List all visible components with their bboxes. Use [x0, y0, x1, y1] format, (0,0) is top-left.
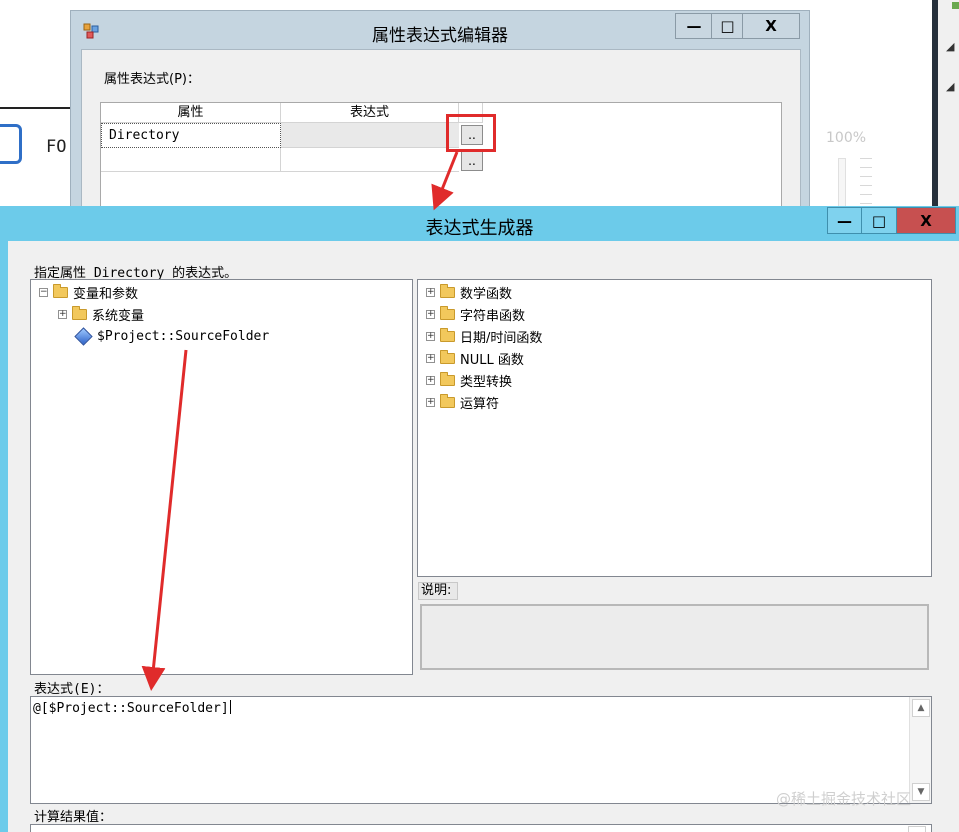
tree-node-label: 运算符	[460, 396, 500, 412]
maximize-icon: □	[871, 211, 887, 230]
tree-node-operators[interactable]: + 运算符	[426, 392, 499, 412]
expand-icon[interactable]: +	[426, 375, 435, 385]
column-header-property[interactable]: 属性	[101, 103, 281, 123]
expand-icon[interactable]: +	[426, 331, 435, 341]
property-cell-empty[interactable]	[101, 148, 281, 172]
background-zoom-label: 100%	[826, 130, 867, 146]
tree-node-source-folder[interactable]: $Project::SourceFolder	[74, 326, 270, 346]
tree-node-system-variables[interactable]: + 系统变量	[58, 304, 144, 324]
tree-node-null-functions[interactable]: + NULL 函数	[426, 348, 524, 368]
close-icon: X	[765, 17, 777, 35]
expand-icon[interactable]: +	[426, 309, 435, 319]
tree-node-label: NULL 函数	[460, 352, 524, 368]
description-box	[420, 604, 929, 670]
property-editor-client: 属性表达式(P)： 属性 表达式 Directory .. ..	[81, 49, 801, 212]
tree-node-label: $Project::SourceFolder	[97, 328, 270, 344]
background-zoom-slider[interactable]	[838, 158, 846, 210]
functions-tree: + 数学函数 + 字符串函数 + 日期/时间函数 + NULL 函数 + 类型转…	[417, 279, 932, 577]
background-zoom-ticks	[860, 158, 872, 210]
expression-cell-empty[interactable]	[281, 148, 459, 172]
property-expressions-label: 属性表达式(P)：	[104, 72, 200, 87]
tree-node-label: 变量和参数	[73, 286, 139, 302]
tree-node-variables-root[interactable]: − 变量和参数	[39, 282, 138, 302]
column-header-expression[interactable]: 表达式	[281, 103, 459, 123]
expression-builder-title: 表达式生成器	[425, 218, 534, 239]
ellipsis-button[interactable]: ..	[461, 151, 483, 171]
background-status-icon	[952, 2, 959, 9]
expression-value: @[$Project::SourceFolder]	[33, 701, 229, 716]
expand-icon[interactable]: +	[426, 353, 435, 363]
tree-node-datetime-functions[interactable]: + 日期/时间函数	[426, 326, 542, 346]
expand-icon[interactable]: +	[426, 397, 435, 407]
background-divider	[0, 107, 75, 109]
evaluated-value-label: 计算结果值：	[34, 810, 113, 825]
background-square-icon	[0, 124, 22, 164]
watermark: @稀土掘金技术社区	[776, 790, 912, 808]
folder-icon	[440, 305, 455, 320]
tree-node-label: 数学函数	[460, 286, 513, 302]
folder-icon	[440, 283, 455, 298]
tree-node-label: 系统变量	[92, 308, 145, 324]
evaluated-value-box	[30, 824, 932, 832]
scroll-down-icon[interactable]: ▼	[912, 783, 930, 801]
expand-icon[interactable]: +	[58, 309, 67, 319]
close-button[interactable]: X	[742, 13, 800, 39]
maximize-button[interactable]: □	[711, 13, 744, 39]
tree-node-label: 类型转换	[460, 374, 513, 390]
expression-text: @[$Project::SourceFolder]	[33, 700, 231, 716]
minimize-button[interactable]: —	[675, 13, 713, 39]
folder-icon	[440, 349, 455, 364]
background-arrow-icon: ◢	[946, 80, 955, 93]
variables-tree: − 变量和参数 + 系统变量 $Project::SourceFolder	[30, 279, 413, 675]
property-expressions-grid: 属性 表达式 Directory .. ..	[100, 102, 782, 212]
tree-node-string-functions[interactable]: + 字符串函数	[426, 304, 525, 324]
description-label: 说明:	[418, 582, 458, 600]
tree-node-type-casts[interactable]: + 类型转换	[426, 370, 512, 390]
background-partial-text: FO	[46, 137, 67, 157]
minimize-icon: —	[837, 211, 852, 230]
close-button[interactable]: X	[896, 207, 956, 234]
minimize-icon: —	[686, 17, 702, 35]
background-arrow-icon: ◢	[946, 40, 955, 53]
maximize-button[interactable]: □	[861, 207, 897, 234]
property-editor-title-bar[interactable]: 属性表达式编辑器 — □ X	[71, 11, 809, 49]
expression-cell[interactable]	[281, 123, 459, 148]
parameter-icon	[74, 326, 93, 346]
folder-icon	[72, 305, 87, 320]
text-caret	[229, 700, 231, 714]
folder-icon	[440, 393, 455, 408]
property-cell[interactable]: Directory	[101, 123, 281, 148]
close-icon: X	[920, 211, 932, 230]
tree-node-math-functions[interactable]: + 数学函数	[426, 282, 512, 302]
expression-label: 表达式(E)：	[34, 682, 110, 697]
maximize-icon: □	[720, 17, 735, 35]
minimize-button[interactable]: —	[827, 207, 862, 234]
folder-open-icon	[53, 283, 68, 298]
tree-node-label: 日期/时间函数	[460, 330, 543, 346]
expression-scrollbar[interactable]: ▲ ▼	[909, 697, 931, 803]
property-expression-editor-window: 属性表达式编辑器 — □ X 属性表达式(P)： 属性 表达式 Director…	[70, 10, 810, 212]
tree-node-label: 字符串函数	[460, 308, 526, 324]
background-right-panel	[932, 0, 959, 208]
folder-icon	[440, 327, 455, 342]
expand-icon[interactable]: +	[426, 287, 435, 297]
folder-icon	[440, 371, 455, 386]
annotation-highlight-box	[446, 114, 496, 152]
collapse-icon[interactable]: −	[39, 287, 48, 297]
scroll-up-icon[interactable]: ▲	[912, 699, 930, 717]
scroll-up-icon[interactable]	[908, 826, 926, 832]
